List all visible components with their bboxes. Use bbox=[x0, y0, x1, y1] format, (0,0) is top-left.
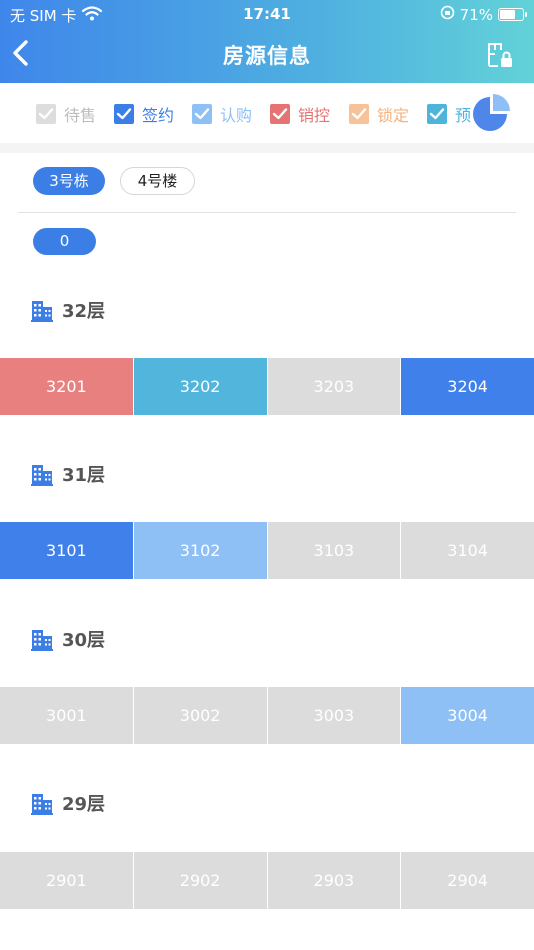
room-row: 3201 3202 3203 3204 bbox=[0, 358, 534, 415]
status-filter-bar: 待售 签约 认购 销控 锁定 预 bbox=[0, 83, 534, 143]
filter-item[interactable]: 认购 bbox=[192, 102, 252, 126]
checkbox-icon bbox=[36, 104, 56, 124]
room-cell[interactable]: 3204 bbox=[401, 358, 534, 415]
floor-name: 31层 bbox=[62, 465, 106, 486]
room-cell[interactable]: 2903 bbox=[267, 852, 401, 909]
room-cell[interactable]: 3001 bbox=[0, 687, 133, 744]
battery-icon bbox=[498, 8, 527, 21]
room-cell[interactable]: 3002 bbox=[133, 687, 267, 744]
filter-label: 销控 bbox=[298, 106, 331, 125]
unit-filter-pill[interactable]: 0 bbox=[33, 228, 96, 255]
room-cell[interactable]: 3003 bbox=[267, 687, 401, 744]
divider bbox=[18, 212, 516, 213]
room-cell[interactable]: 3202 bbox=[133, 358, 267, 415]
room-cell[interactable]: 3201 bbox=[0, 358, 133, 415]
rotation-lock-icon bbox=[440, 5, 455, 24]
filter-label: 锁定 bbox=[377, 106, 410, 125]
header: 无 SIM 卡 17:41 71% 房源信息 bbox=[0, 0, 534, 83]
checkbox-icon bbox=[114, 104, 134, 124]
floor-name: 30层 bbox=[62, 630, 106, 651]
filter-item[interactable]: 锁定 bbox=[349, 102, 409, 126]
building-icon bbox=[31, 301, 53, 322]
room-cell[interactable]: 3101 bbox=[0, 522, 133, 579]
building-tab[interactable]: 4号楼 bbox=[120, 167, 195, 195]
floor-label: 29层 bbox=[30, 790, 105, 816]
checkbox-icon bbox=[427, 104, 447, 124]
page-title: 房源信息 bbox=[223, 44, 311, 68]
filter-label: 签约 bbox=[142, 106, 175, 125]
statistics-button[interactable] bbox=[473, 93, 511, 131]
floor-plan-lock-button[interactable] bbox=[486, 41, 514, 69]
filter-item[interactable]: 预 bbox=[427, 102, 471, 126]
status-right: 71% bbox=[440, 5, 527, 24]
battery-percent: 71% bbox=[459, 5, 493, 24]
building-icon bbox=[31, 794, 53, 815]
floor-name: 32层 bbox=[62, 301, 106, 322]
room-cell[interactable]: 3103 bbox=[267, 522, 401, 579]
filter-label: 认购 bbox=[220, 106, 253, 125]
room-row: 3101 3102 3103 3104 bbox=[0, 522, 534, 579]
room-row: 3001 3002 3003 3004 bbox=[0, 687, 534, 744]
pie-chart-icon bbox=[473, 94, 510, 131]
building-icon bbox=[31, 630, 53, 651]
room-cell[interactable]: 2904 bbox=[401, 852, 534, 909]
checkbox-icon bbox=[192, 104, 212, 124]
room-cell[interactable]: 3104 bbox=[401, 522, 534, 579]
room-cell[interactable]: 3004 bbox=[401, 687, 534, 744]
floor-plan-lock-icon bbox=[488, 43, 512, 67]
floor-label: 31层 bbox=[30, 461, 105, 487]
floor-label: 30层 bbox=[30, 626, 105, 652]
checkbox-icon bbox=[349, 104, 369, 124]
filter-label: 预 bbox=[455, 106, 472, 125]
section-separator bbox=[0, 143, 534, 153]
status-bar: 无 SIM 卡 17:41 71% bbox=[0, 0, 534, 28]
room-cell[interactable]: 2901 bbox=[0, 852, 133, 909]
building-tab[interactable]: 3号栋 bbox=[33, 167, 105, 195]
floor-name: 29层 bbox=[62, 794, 106, 815]
filter-item[interactable]: 签约 bbox=[114, 102, 174, 126]
room-row: 2901 2902 2903 2904 bbox=[0, 852, 534, 909]
room-cell[interactable]: 2902 bbox=[133, 852, 267, 909]
checkbox-icon bbox=[270, 104, 290, 124]
building-icon bbox=[31, 465, 53, 486]
floor-label: 32层 bbox=[30, 297, 105, 323]
filter-item[interactable]: 待售 bbox=[36, 102, 96, 126]
filter-label: 待售 bbox=[64, 106, 97, 125]
room-cell[interactable]: 3102 bbox=[133, 522, 267, 579]
room-cell[interactable]: 3203 bbox=[267, 358, 401, 415]
filter-item[interactable]: 销控 bbox=[270, 102, 330, 126]
